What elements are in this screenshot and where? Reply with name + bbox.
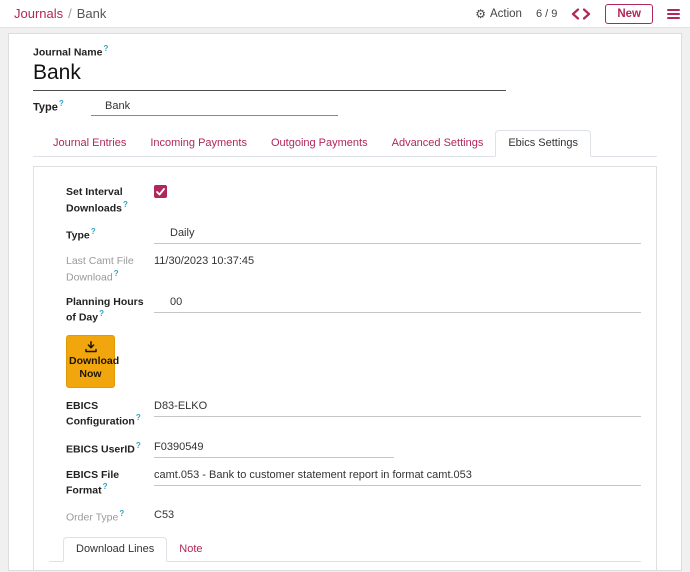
interval-type-label: Type? xyxy=(66,225,154,243)
tab-journal-entries[interactable]: Journal Entries xyxy=(41,131,138,156)
tab-ebics-settings[interactable]: Ebics Settings xyxy=(495,130,591,157)
breadcrumb-journals[interactable]: Journals xyxy=(14,6,63,21)
check-icon xyxy=(156,188,165,196)
download-now-button[interactable]: Download Now xyxy=(66,335,115,388)
ebics-file-format-label: EBICS File Format? xyxy=(66,467,154,499)
top-bar: Journals / Bank ⚙ Action 6 / 9 New xyxy=(0,0,690,28)
order-type-label: Order Type? xyxy=(66,507,154,525)
action-menu-button[interactable]: ⚙ Action xyxy=(475,8,522,20)
new-button[interactable]: New xyxy=(605,4,653,24)
help-icon: ? xyxy=(136,441,141,450)
breadcrumb-bank: Bank xyxy=(77,6,107,21)
ebics-settings-panel: Set Interval Downloads? Type? Daily Last… xyxy=(33,166,657,571)
form-sheet: Journal Name? Bank Type? Bank Journal En… xyxy=(8,33,682,571)
last-camt-file-download-value: 11/30/2023 10:37:45 xyxy=(154,253,254,267)
ebics-configuration-field[interactable]: D83-ELKO xyxy=(154,398,641,417)
help-icon: ? xyxy=(59,99,64,108)
tab-advanced-settings[interactable]: Advanced Settings xyxy=(380,131,496,156)
last-camt-file-download-label: Last Camt File Download? xyxy=(66,253,154,285)
lines-subtabs: Download Lines Note xyxy=(49,537,641,562)
record-pager-count: 6 / 9 xyxy=(536,8,557,20)
tab-outgoing-payments[interactable]: Outgoing Payments xyxy=(259,131,380,156)
pager-previous-icon[interactable] xyxy=(571,8,580,20)
planning-hours-label: Planning Hours of Day? xyxy=(66,294,154,326)
help-icon: ? xyxy=(114,269,119,278)
help-icon: ? xyxy=(123,200,128,209)
col-state[interactable]: Sta... xyxy=(432,564,465,571)
tab-incoming-payments[interactable]: Incoming Payments xyxy=(138,131,259,156)
help-icon: ? xyxy=(103,44,108,53)
set-interval-downloads-label: Set Interval Downloads? xyxy=(66,184,154,216)
type-input[interactable]: Bank xyxy=(91,100,338,116)
help-icon: ? xyxy=(103,482,108,491)
help-icon: ? xyxy=(119,509,124,518)
breadcrumb-separator: / xyxy=(68,6,72,21)
action-label: Action xyxy=(490,8,522,20)
order-type-value: C53 xyxy=(154,507,174,521)
ebics-userid-label: EBICS UserID? xyxy=(66,439,154,457)
help-icon: ? xyxy=(91,227,96,236)
help-icon: ? xyxy=(136,413,141,422)
download-lines-table: Download Date Filename Date From Date To… xyxy=(49,564,661,571)
col-ebics-file-formats[interactable]: EBICS File Formats xyxy=(465,564,605,571)
ebics-configuration-label: EBICS Configuration? xyxy=(66,398,154,430)
download-icon xyxy=(85,341,97,353)
planning-hours-input[interactable]: 00 xyxy=(154,294,641,313)
gear-icon: ⚙ xyxy=(475,8,486,20)
col-date-to[interactable]: Date To xyxy=(343,564,403,571)
journal-name-input[interactable]: Bank xyxy=(33,59,506,91)
col-download-date[interactable]: Download Date xyxy=(49,564,149,571)
col-user[interactable]: Us... xyxy=(403,564,432,571)
notebook-tabs: Journal Entries Incoming Payments Outgoi… xyxy=(33,130,657,157)
pager-next-icon[interactable] xyxy=(582,8,591,20)
hamburger-menu-icon[interactable] xyxy=(667,9,680,19)
col-action xyxy=(605,564,661,571)
download-now-label: Download Now xyxy=(69,355,119,380)
ebics-file-format-field[interactable]: camt.053 - Bank to customer statement re… xyxy=(154,467,641,486)
set-interval-downloads-checkbox[interactable] xyxy=(154,185,167,198)
help-icon: ? xyxy=(99,309,104,318)
interval-type-select[interactable]: Daily xyxy=(154,225,641,244)
journal-name-label: Journal Name? xyxy=(33,44,657,59)
type-label: Type? xyxy=(33,99,91,117)
col-filename[interactable]: Filename xyxy=(149,564,285,571)
ebics-userid-field[interactable]: F0390549 xyxy=(154,439,394,458)
col-date-from[interactable]: Date From xyxy=(285,564,343,571)
table-header-row: Download Date Filename Date From Date To… xyxy=(49,564,661,571)
subtab-note[interactable]: Note xyxy=(167,538,214,561)
subtab-download-lines[interactable]: Download Lines xyxy=(63,537,167,562)
